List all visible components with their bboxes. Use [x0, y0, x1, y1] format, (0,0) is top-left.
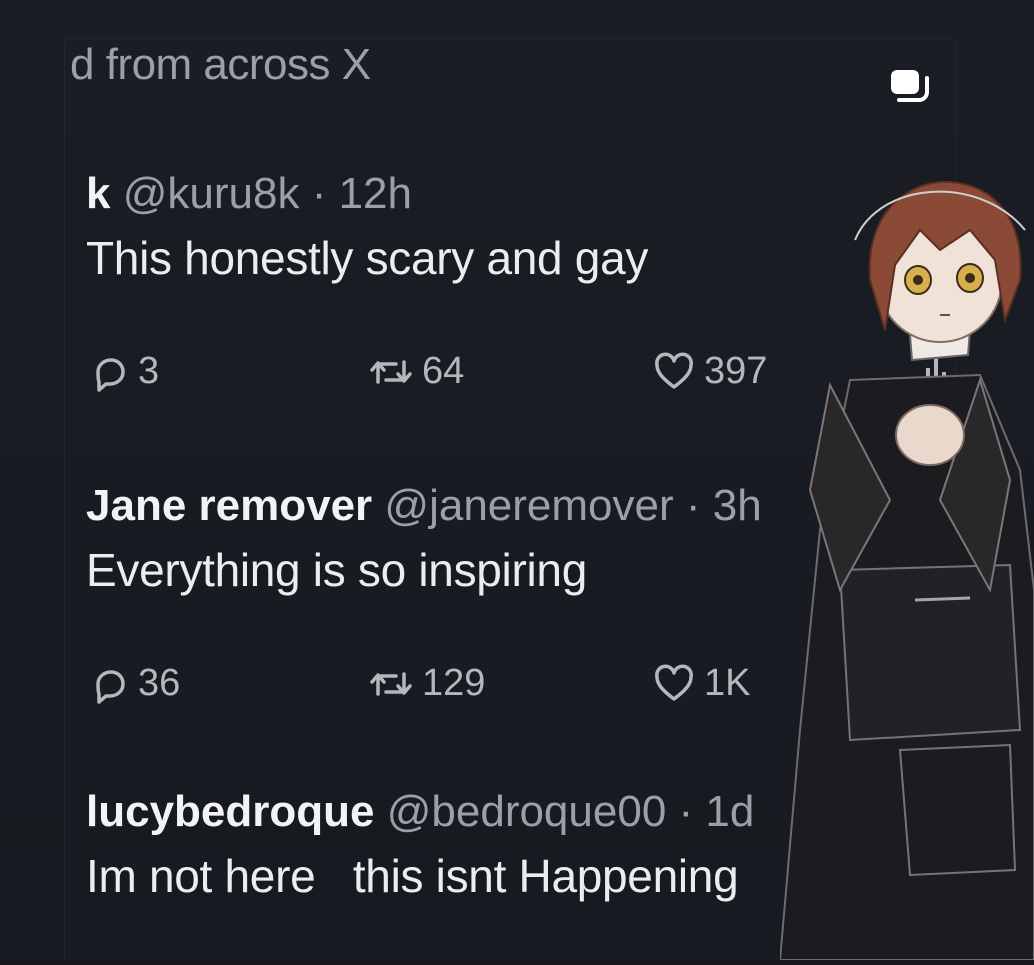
reply-icon: [96, 357, 125, 392]
tweet-2-repost-count: 129: [422, 662, 486, 704]
tweet-3-handle[interactable]: @bedroque00: [387, 787, 667, 836]
share-icon[interactable]: [889, 68, 929, 104]
card-header: d from across X: [70, 40, 371, 89]
tweet-1-repost-button[interactable]: 64: [368, 350, 464, 393]
tweet-3-separator: ·: [678, 787, 694, 836]
tweet-2[interactable]: Jane remover @janeremover · 3h Everythin…: [86, 480, 762, 598]
tweet-2-reply-button[interactable]: 36: [90, 662, 180, 705]
tweet-3-meta: lucybedroque @bedroque00 · 1d: [86, 786, 754, 838]
tweet-3-time[interactable]: 1d: [705, 787, 754, 836]
tweet-1-like-button[interactable]: 397: [652, 350, 767, 393]
tweet-3-text: Im not here this isnt Happening: [86, 850, 739, 902]
tweet-2-time[interactable]: 3h: [713, 481, 762, 530]
tweet-2-separator: ·: [685, 481, 701, 530]
tweet-1-separator: ·: [311, 169, 327, 218]
tweet-2-text: Everything is so inspiring: [86, 544, 587, 596]
tweet-1-name[interactable]: k: [86, 169, 110, 218]
tweet-2-reply-count: 36: [138, 662, 181, 704]
quote-card: d from across X k @kuru8k · 12h This hon…: [0, 0, 1034, 961]
tweet-3[interactable]: lucybedroque @bedroque00 · 1d Im not her…: [86, 786, 754, 904]
tweet-2-repost-button[interactable]: 129: [368, 662, 485, 705]
tweet-2-handle[interactable]: @janeremover: [384, 481, 673, 530]
repost-icon: [370, 671, 412, 696]
tweet-2-name[interactable]: Jane remover: [86, 481, 372, 530]
tweet-2-like-count: 1K: [704, 662, 751, 704]
heart-icon: [655, 664, 693, 701]
tweet-1-text: This honestly scary and gay: [86, 232, 649, 284]
reply-icon: [96, 669, 125, 704]
tweet-1[interactable]: k @kuru8k · 12h This honestly scary and …: [86, 168, 648, 286]
tweet-1-time[interactable]: 12h: [339, 169, 412, 218]
tweet-1-reply-button[interactable]: 3: [90, 350, 159, 393]
tweet-1-meta: k @kuru8k · 12h: [86, 168, 648, 220]
tweet-1-like-count: 397: [704, 350, 768, 392]
heart-icon: [655, 352, 693, 389]
tweet-2-meta: Jane remover @janeremover · 3h: [86, 480, 762, 532]
tweet-2-like-button[interactable]: 1K: [652, 662, 750, 705]
tweet-1-handle[interactable]: @kuru8k: [123, 169, 300, 218]
repost-icon: [370, 359, 412, 384]
tweet-1-repost-count: 64: [422, 350, 465, 392]
tweet-3-name[interactable]: lucybedroque: [86, 787, 375, 836]
anime-character-sticker: [778, 170, 1034, 961]
tweet-1-reply-count: 3: [138, 350, 160, 392]
